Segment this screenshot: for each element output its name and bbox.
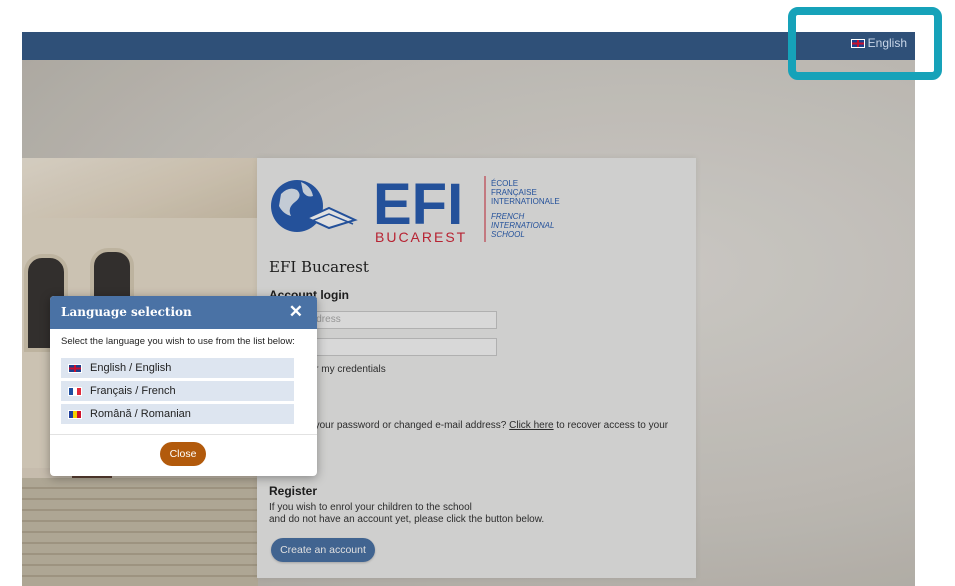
language-option-romanian[interactable]: Română / Romanian <box>61 404 294 424</box>
language-option-french[interactable]: Français / French <box>61 381 294 401</box>
uk-flag-icon <box>68 363 82 373</box>
romania-flag-icon <box>68 409 82 419</box>
dialog-prompt: Select the language you wish to use from… <box>61 336 295 347</box>
dialog-title: Language selection <box>61 305 192 319</box>
language-option-english[interactable]: English / English <box>61 358 294 378</box>
top-bar: English <box>22 32 915 60</box>
close-button[interactable]: Close <box>160 442 206 466</box>
france-flag-icon <box>68 386 82 396</box>
close-icon[interactable]: ✕ <box>289 302 303 322</box>
dialog-header: Language selection ✕ <box>50 296 317 329</box>
dialog-divider <box>50 434 317 435</box>
highlight-box <box>788 7 942 80</box>
language-selection-dialog: Language selection ✕ Select the language… <box>50 296 317 476</box>
